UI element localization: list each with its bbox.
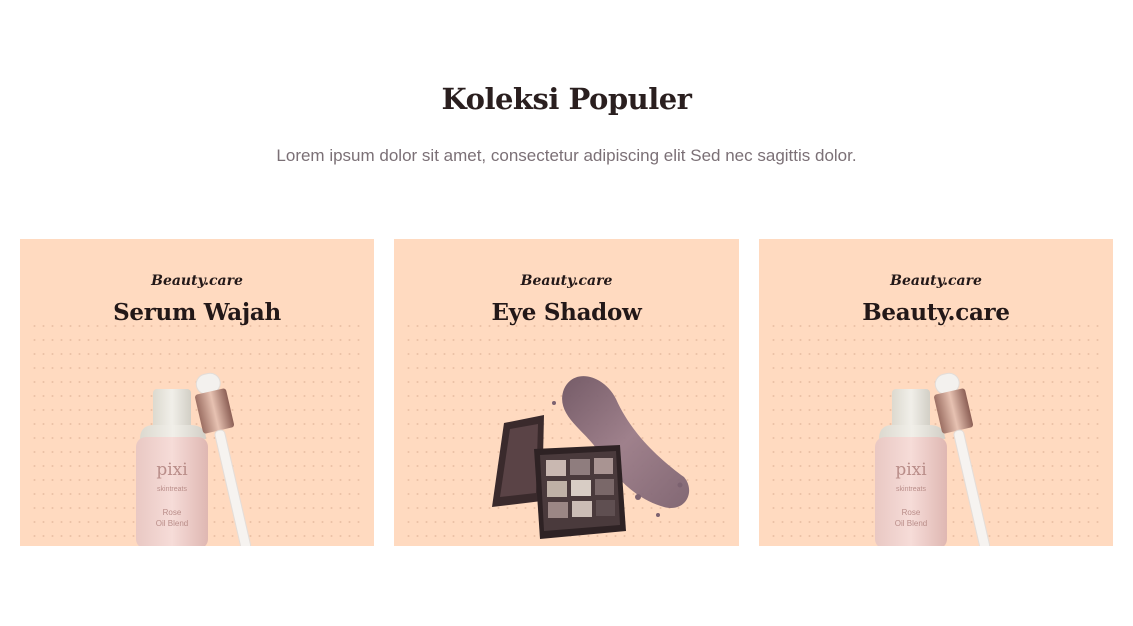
product-card-eyeshadow[interactable]: Beauty.care Eye Shadow	[394, 239, 739, 546]
svg-text:pixi: pixi	[156, 460, 188, 480]
svg-text:skintreats: skintreats	[157, 486, 187, 493]
card-brand: Beauty.care	[890, 273, 982, 289]
card-title[interactable]: Eye Shadow	[394, 299, 739, 326]
svg-text:Oil Blend: Oil Blend	[156, 519, 188, 528]
card-title[interactable]: Beauty.care	[759, 299, 1113, 326]
section-subtitle: Lorem ipsum dolor sit amet, consectetur …	[276, 146, 857, 165]
product-card-beauty-care[interactable]: pixi skintreats Rose Oil Blend Beauty.ca…	[759, 239, 1113, 546]
product-card-serum[interactable]: pixi skintreats Rose Oil Blend Beauty.ca…	[20, 239, 374, 546]
card-brand: Beauty.care	[520, 273, 613, 289]
svg-text:Oil Blend: Oil Blend	[895, 519, 927, 528]
svg-text:Rose: Rose	[163, 508, 182, 517]
card-brand: Beauty.care	[151, 273, 243, 289]
svg-text:Rose: Rose	[902, 508, 921, 517]
svg-text:pixi: pixi	[895, 460, 927, 480]
popular-collection-section: Koleksi Populer Lorem ipsum dolor sit am…	[0, 0, 1133, 626]
svg-text:skintreats: skintreats	[896, 486, 926, 493]
section-title: Koleksi Populer	[441, 82, 692, 116]
card-title[interactable]: Serum Wajah	[20, 299, 374, 326]
